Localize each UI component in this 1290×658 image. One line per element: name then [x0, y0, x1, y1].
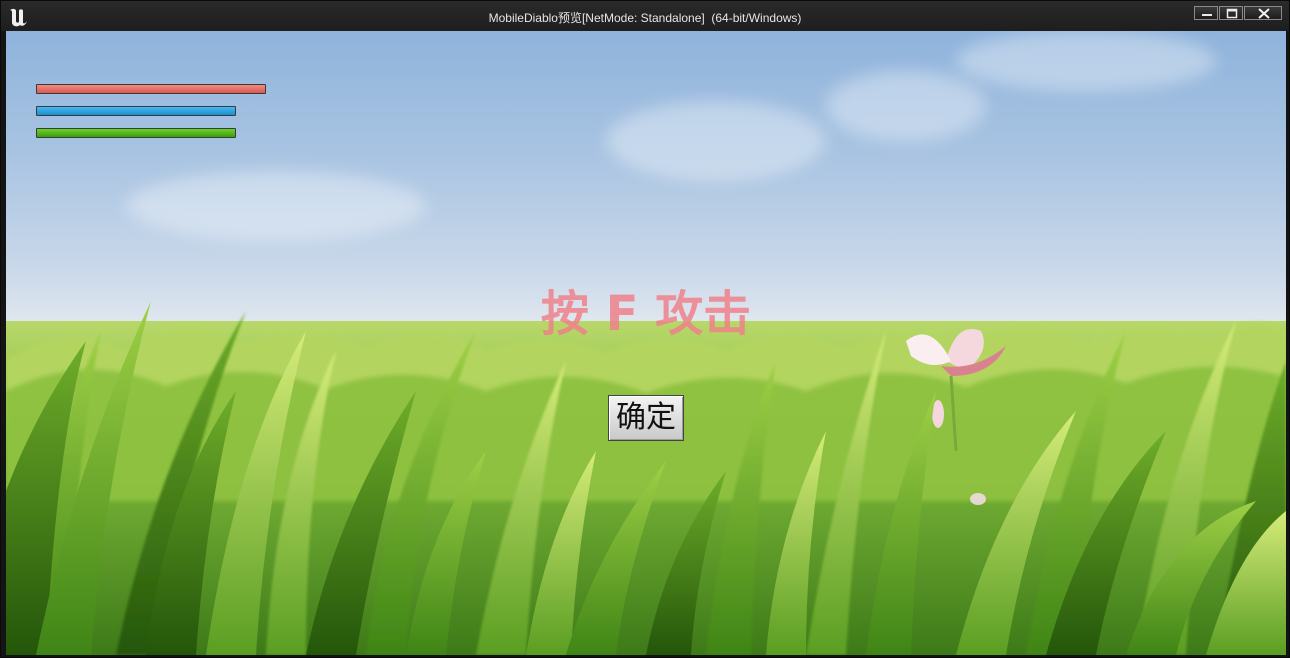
maximize-button[interactable]: [1219, 6, 1243, 20]
stamina-bar: [36, 128, 236, 138]
stamina-bar-fill: [37, 129, 235, 137]
minimize-button[interactable]: [1194, 6, 1218, 20]
attack-prompt: 按 F 攻击: [540, 286, 752, 342]
health-bar-fill: [37, 85, 265, 93]
minimize-icon: [1202, 14, 1212, 16]
game-viewport[interactable]: 按 F 攻击 确定: [6, 31, 1286, 655]
maximize-icon: [1226, 8, 1238, 19]
mana-bar: [36, 106, 236, 116]
close-icon: [1258, 8, 1270, 19]
game-window: MobileDiablo预览[NetMode: Standalone] (64-…: [0, 0, 1290, 658]
health-bar: [36, 84, 266, 94]
mana-bar-fill: [37, 107, 235, 115]
title-bar[interactable]: MobileDiablo预览[NetMode: Standalone] (64-…: [1, 1, 1289, 31]
window-title: MobileDiablo预览[NetMode: Standalone] (64-…: [488, 11, 802, 25]
close-button[interactable]: [1244, 6, 1282, 20]
confirm-button[interactable]: 确定: [608, 395, 684, 441]
